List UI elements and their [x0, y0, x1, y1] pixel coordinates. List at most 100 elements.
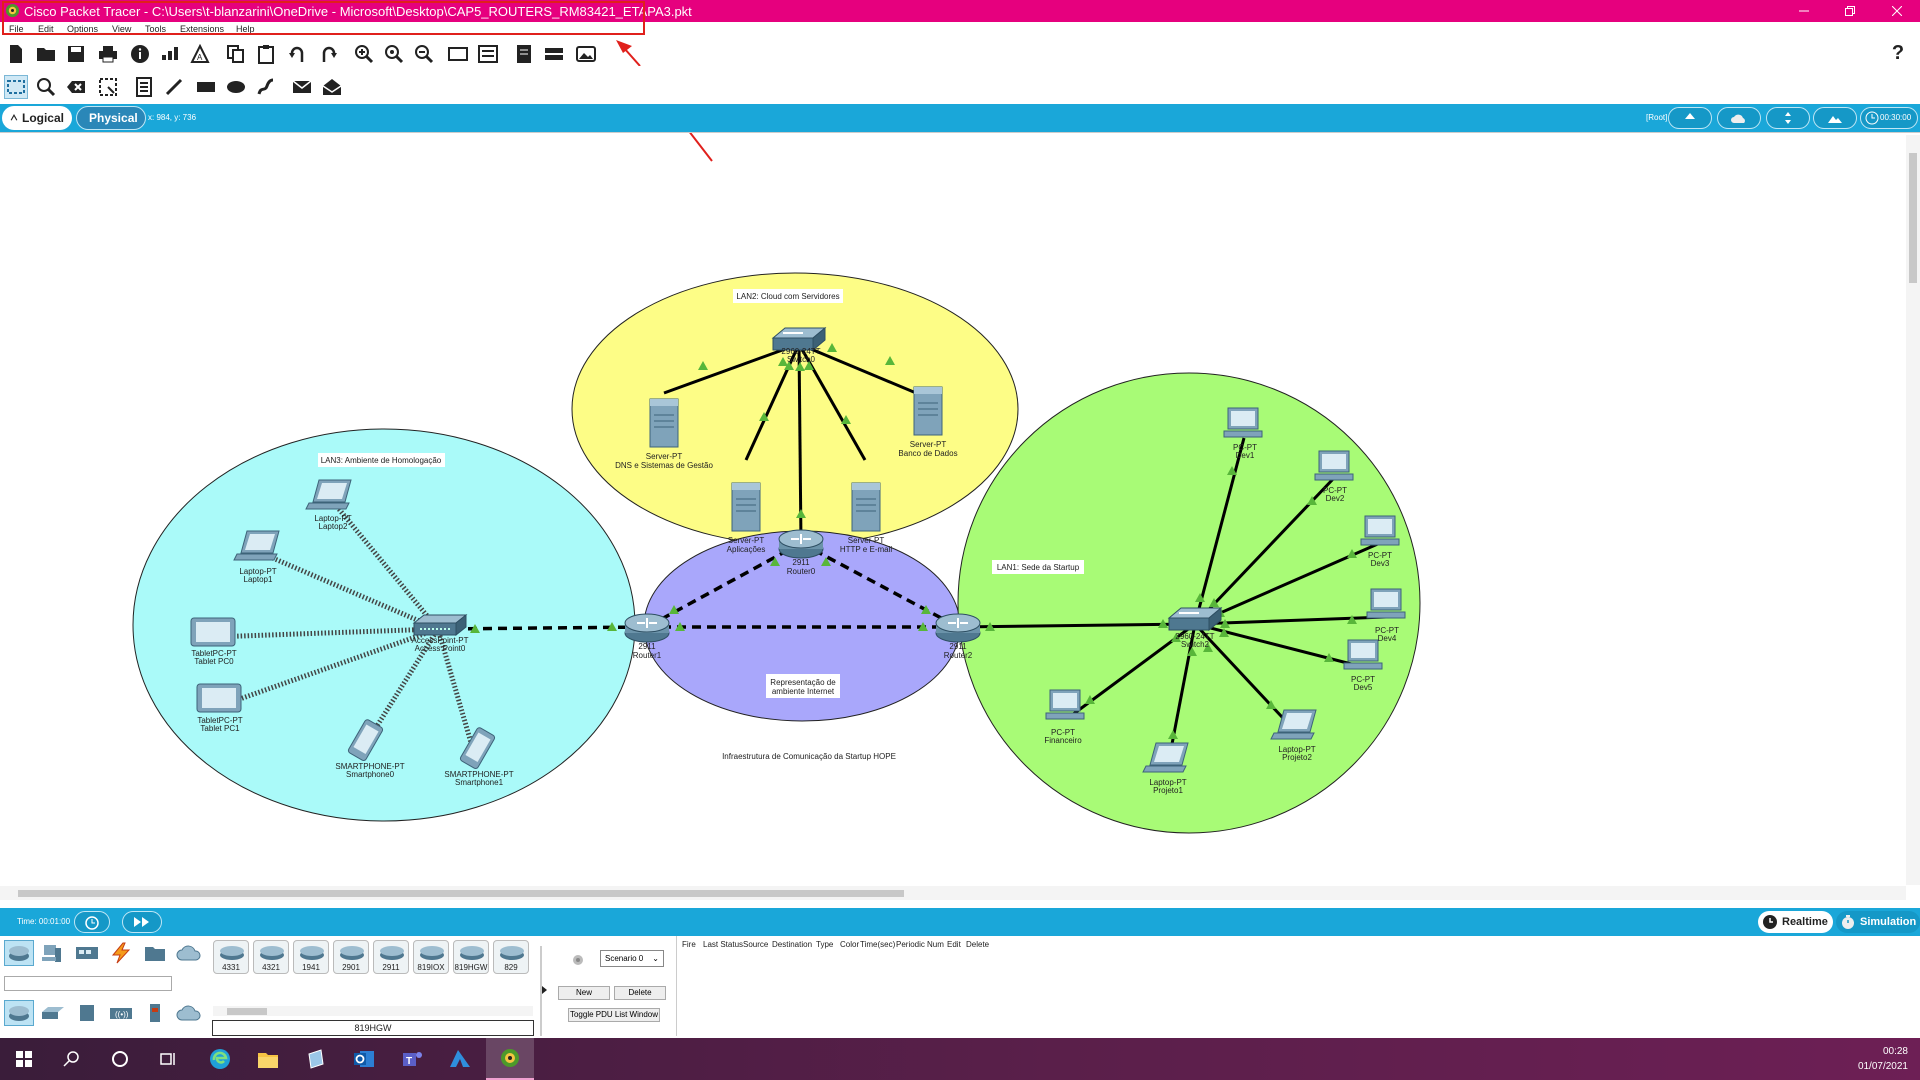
category-network-devices[interactable] — [4, 940, 34, 966]
start-button[interactable] — [0, 1038, 48, 1080]
vertical-scroll-thumb[interactable] — [1909, 153, 1917, 283]
router2[interactable] — [935, 613, 981, 643]
device-model-1941[interactable]: 1941 — [293, 940, 329, 974]
pc-dev1[interactable] — [1223, 407, 1263, 438]
tablet-pc1[interactable] — [196, 683, 242, 713]
draw-ellipse-tool-button[interactable] — [224, 75, 248, 99]
server-http[interactable] — [851, 482, 881, 532]
pc-dev5[interactable] — [1343, 639, 1383, 670]
drawing-palette-button[interactable] — [446, 42, 470, 66]
resize-shape-tool-button[interactable] — [96, 75, 120, 99]
panel-collapse-icon[interactable] — [540, 946, 548, 1036]
category-end-devices[interactable] — [38, 940, 68, 966]
access-point0[interactable] — [413, 614, 467, 636]
device-model-2901[interactable]: 2901 — [333, 940, 369, 974]
vertical-scrollbar[interactable] — [1906, 135, 1920, 885]
redo-button[interactable] — [316, 42, 340, 66]
set-background-button[interactable] — [1813, 107, 1857, 129]
outlook-button[interactable] — [340, 1038, 388, 1080]
subcategory-wan-emulation[interactable] — [174, 1000, 204, 1026]
teams-button[interactable]: T — [388, 1038, 436, 1080]
category-connections[interactable] — [106, 940, 136, 966]
zoom-reset-button[interactable] — [382, 42, 406, 66]
undo-button[interactable] — [286, 42, 310, 66]
info-button[interactable] — [128, 42, 152, 66]
device-model-4331[interactable]: 4331 — [213, 940, 249, 974]
subcategory-routers[interactable] — [4, 1000, 34, 1026]
restore-button[interactable] — [1827, 0, 1873, 22]
print-button[interactable] — [96, 42, 120, 66]
new-scenario-button[interactable]: New — [558, 986, 610, 1000]
file-explorer-button[interactable] — [244, 1038, 292, 1080]
ip-phone-button[interactable] — [542, 42, 566, 66]
scenario-select[interactable]: Scenario 0 ⌄ — [600, 950, 664, 967]
device-list-scroll-thumb[interactable] — [227, 1008, 267, 1015]
move-object-button[interactable] — [1766, 107, 1810, 129]
edge-browser-button[interactable] — [196, 1038, 244, 1080]
router0[interactable] — [778, 529, 824, 559]
new-file-button[interactable] — [4, 42, 28, 66]
power-cycle-button[interactable] — [74, 911, 110, 933]
draw-line-tool-button[interactable] — [162, 75, 186, 99]
delete-tool-button[interactable] — [64, 75, 88, 99]
topology-canvas[interactable]: LAN2: Cloud com Servidores LAN3: Ambient… — [0, 133, 1906, 887]
notepad-button[interactable] — [292, 1038, 340, 1080]
network-info-button[interactable] — [158, 42, 182, 66]
place-note-tool-button[interactable] — [132, 75, 156, 99]
device-model-2911[interactable]: 2911 — [373, 940, 409, 974]
horizontal-scroll-thumb[interactable] — [18, 890, 904, 897]
inspect-tool-button[interactable] — [34, 75, 58, 99]
pc-dev2[interactable] — [1314, 450, 1354, 481]
paste-button[interactable] — [254, 42, 278, 66]
freeform-tool-button[interactable] — [254, 75, 278, 99]
back-button[interactable] — [1668, 107, 1712, 129]
custom-device-dialog-button[interactable] — [476, 42, 500, 66]
device-model-819hgw[interactable]: 819HGW — [453, 940, 489, 974]
scenario-info-icon[interactable] — [572, 954, 584, 966]
realtime-mode-button[interactable]: Realtime — [1758, 911, 1833, 933]
server-database[interactable] — [913, 386, 943, 436]
lan2-zone[interactable] — [571, 272, 1019, 546]
draw-rectangle-tool-button[interactable] — [194, 75, 218, 99]
category-components[interactable] — [72, 940, 102, 966]
minimize-button[interactable] — [1781, 0, 1827, 22]
physical-tab[interactable]: Physical — [76, 106, 146, 130]
simulation-mode-button[interactable]: Simulation — [1836, 911, 1920, 933]
device-model-819iox[interactable]: 819IOX — [413, 940, 449, 974]
subcategory-security[interactable] — [140, 1000, 170, 1026]
toggle-pdu-list-button[interactable]: Toggle PDU List Window — [568, 1008, 660, 1022]
root-breadcrumb[interactable]: [Root] — [1646, 113, 1667, 122]
screenshot-button[interactable] — [574, 42, 598, 66]
add-simple-pdu-button[interactable] — [290, 75, 314, 99]
cortana-button[interactable] — [96, 1038, 144, 1080]
switch2[interactable] — [1168, 607, 1222, 631]
subcategory-hubs[interactable] — [72, 1000, 102, 1026]
packet-tracer-taskbar-button[interactable] — [486, 1038, 534, 1080]
tablet-pc0[interactable] — [190, 617, 236, 647]
delete-scenario-button[interactable]: Delete — [614, 986, 666, 1000]
pc-dev3[interactable] — [1360, 515, 1400, 546]
azure-button[interactable] — [436, 1038, 484, 1080]
new-cluster-button[interactable] — [1717, 107, 1761, 129]
server-applications[interactable] — [731, 482, 761, 532]
category-miscellaneous[interactable] — [140, 940, 170, 966]
notes-button[interactable] — [512, 42, 536, 66]
open-file-button[interactable] — [34, 42, 58, 66]
logical-workspace[interactable]: LAN2: Cloud com Servidores LAN3: Ambient… — [0, 132, 1920, 900]
add-complex-pdu-button[interactable] — [320, 75, 344, 99]
zoom-out-button[interactable] — [412, 42, 436, 66]
activity-wizard-button[interactable]: A — [188, 42, 212, 66]
device-model-829[interactable]: 829 — [493, 940, 529, 974]
fast-forward-button[interactable] — [122, 911, 162, 933]
task-view-button[interactable] — [144, 1038, 192, 1080]
category-multiuser[interactable] — [174, 940, 204, 966]
device-search-input[interactable] — [4, 976, 172, 991]
logical-tab[interactable]: Logical — [2, 106, 72, 130]
router1[interactable] — [624, 613, 670, 643]
select-tool-button[interactable] — [4, 75, 28, 99]
copy-button[interactable] — [224, 42, 248, 66]
help-button[interactable]: ? — [1888, 42, 1908, 66]
taskbar-search-button[interactable] — [48, 1038, 96, 1080]
device-list-scrollbar[interactable] — [213, 1006, 533, 1016]
system-clock[interactable]: 00:28 01/07/2021 — [1858, 1044, 1908, 1074]
